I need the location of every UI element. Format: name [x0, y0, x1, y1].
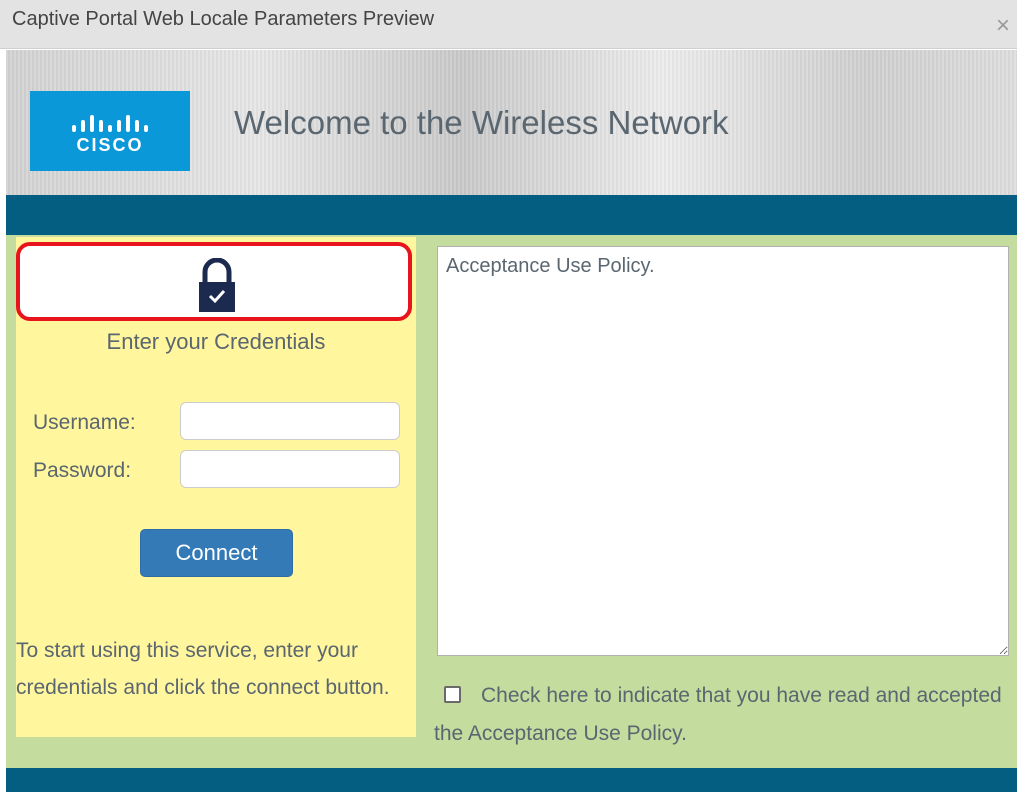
accept-policy-checkbox[interactable] [444, 686, 461, 703]
cisco-wordmark: CISCO [76, 135, 144, 155]
acceptance-row: Check here to indicate that you have rea… [434, 677, 1014, 753]
connect-button[interactable]: Connect [140, 529, 293, 577]
header-strip [6, 195, 1017, 235]
acceptance-policy-textarea[interactable]: Acceptance Use Policy. [437, 246, 1009, 656]
header-banner: CISCO Welcome to the Wireless Network [6, 50, 1017, 195]
help-text: To start using this service, enter your … [16, 639, 390, 699]
highlighted-lock-area [16, 242, 412, 321]
window-title: Captive Portal Web Locale Parameters Pre… [12, 8, 435, 30]
username-input[interactable] [180, 402, 400, 440]
credentials-title: Enter your Credentials [106, 329, 326, 354]
accept-policy-label: Check here to indicate that you have rea… [434, 684, 1002, 745]
lock-icon [199, 258, 235, 312]
cisco-bars-icon [72, 115, 148, 132]
username-label: Username: [33, 411, 136, 434]
close-icon[interactable]: × [996, 14, 1010, 38]
password-label: Password: [33, 459, 132, 482]
title-bar: Captive Portal Web Locale Parameters Pre… [0, 0, 1017, 49]
cisco-logo: CISCO [30, 91, 190, 171]
password-input[interactable] [180, 450, 400, 488]
captive-portal-page: CISCO Welcome to the Wireless Network En… [6, 50, 1017, 792]
welcome-heading: Welcome to the Wireless Network [234, 104, 729, 141]
preview-window: Captive Portal Web Locale Parameters Pre… [0, 0, 1017, 792]
login-panel: Enter your Credentials Username: Passwor… [16, 237, 416, 737]
footer-strip [6, 768, 1017, 792]
